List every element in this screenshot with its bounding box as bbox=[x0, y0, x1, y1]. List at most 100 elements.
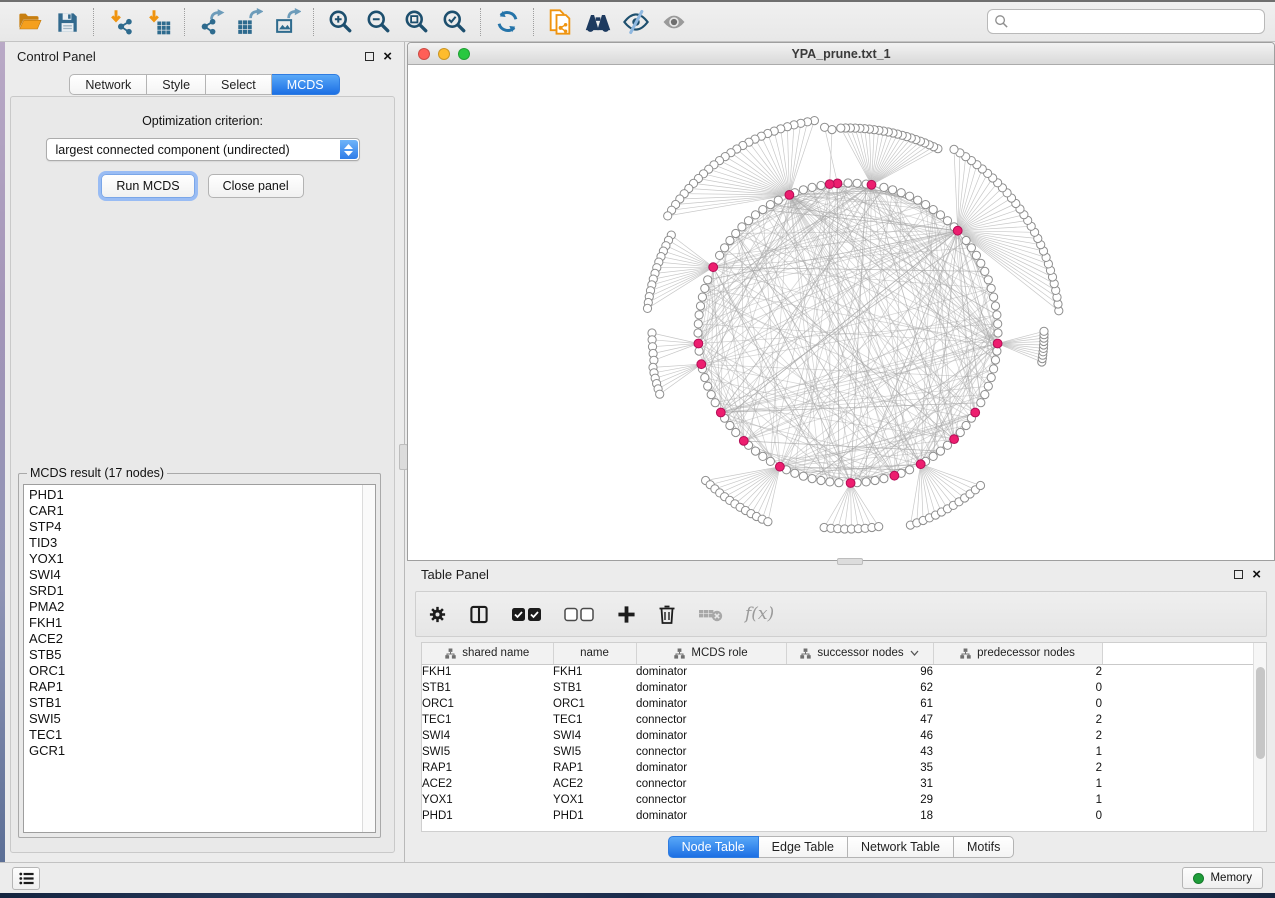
mcds-result-item[interactable]: STB5 bbox=[29, 647, 375, 663]
mcds-result-item[interactable]: GCR1 bbox=[29, 743, 375, 759]
table-cell: 61 bbox=[786, 696, 933, 712]
table-row[interactable]: STB1STB1dominator620 bbox=[422, 680, 1254, 696]
mcds-result-item[interactable]: CAR1 bbox=[29, 503, 375, 519]
zoom-fit-button[interactable] bbox=[397, 5, 435, 39]
network-title: YPA_prune.txt_1 bbox=[791, 47, 890, 61]
tab-mcds[interactable]: MCDS bbox=[272, 74, 340, 95]
hide-selected-button[interactable] bbox=[617, 5, 655, 39]
table-row[interactable]: RAP1RAP1dominator352 bbox=[422, 760, 1254, 776]
optimization-criterion-select[interactable]: largest connected component (undirected) bbox=[46, 138, 360, 161]
mcds-result-item[interactable]: SWI5 bbox=[29, 711, 375, 727]
window-close-icon[interactable] bbox=[418, 48, 430, 60]
table-row[interactable]: PHD1PHD1dominator180 bbox=[422, 808, 1254, 824]
table-row[interactable]: SWI4SWI4dominator462 bbox=[422, 728, 1254, 744]
mcds-result-item[interactable]: STB1 bbox=[29, 695, 375, 711]
sort-chevron-icon bbox=[910, 650, 919, 656]
tab-select[interactable]: Select bbox=[206, 74, 272, 95]
table-settings-button[interactable] bbox=[428, 605, 447, 624]
tab-style[interactable]: Style bbox=[147, 74, 206, 95]
add-column-button[interactable] bbox=[617, 605, 636, 624]
mcds-result-item[interactable]: YOX1 bbox=[29, 551, 375, 567]
refresh-view-button[interactable] bbox=[488, 5, 526, 39]
mcds-result-item[interactable]: STP4 bbox=[29, 519, 375, 535]
horizontal-splitter-handle[interactable] bbox=[837, 558, 863, 565]
float-table-panel-icon[interactable] bbox=[1234, 570, 1243, 579]
open-session-button[interactable] bbox=[10, 5, 48, 39]
show-columns-button[interactable] bbox=[469, 605, 489, 624]
toolbar-separator bbox=[93, 8, 94, 36]
zoom-out-button[interactable] bbox=[359, 5, 397, 39]
table-row[interactable]: ACE2ACE2connector311 bbox=[422, 776, 1254, 792]
mcds-result-item[interactable]: SWI4 bbox=[29, 567, 375, 583]
table-cell: 35 bbox=[786, 760, 933, 776]
search-input[interactable] bbox=[987, 9, 1265, 34]
deselect-all-rows-button[interactable] bbox=[564, 607, 595, 622]
select-all-rows-button[interactable] bbox=[511, 607, 542, 622]
mcds-result-item[interactable]: FKH1 bbox=[29, 615, 375, 631]
float-panel-icon[interactable] bbox=[365, 52, 374, 61]
table-row[interactable]: FKH1FKH1dominator962 bbox=[422, 664, 1254, 680]
column-header-name[interactable]: name bbox=[553, 643, 636, 664]
mcds-result-item[interactable]: ACE2 bbox=[29, 631, 375, 647]
mcds-result-item[interactable]: RAP1 bbox=[29, 679, 375, 695]
open-folder-icon bbox=[16, 8, 43, 35]
table-panel: Table Panel × bbox=[407, 561, 1275, 862]
table-row[interactable]: TEC1TEC1connector472 bbox=[422, 712, 1254, 728]
export-image-button[interactable] bbox=[268, 5, 306, 39]
zoom-selected-button[interactable] bbox=[435, 5, 473, 39]
column-header-predecessor-nodes[interactable]: predecessor nodes bbox=[933, 643, 1102, 664]
close-table-panel-icon[interactable]: × bbox=[1252, 570, 1261, 579]
table-scrollbar-thumb[interactable] bbox=[1256, 667, 1265, 759]
tab-network-table[interactable]: Network Table bbox=[848, 836, 954, 858]
duplicate-network-button[interactable] bbox=[541, 5, 579, 39]
column-header-mcds-role[interactable]: MCDS role bbox=[636, 643, 786, 664]
table-scrollbar[interactable] bbox=[1253, 643, 1266, 831]
first-neighbors-button[interactable] bbox=[579, 5, 617, 39]
table-cell: 43 bbox=[786, 744, 933, 760]
status-bar: Memory bbox=[0, 862, 1275, 893]
zoom-fit-icon bbox=[403, 8, 430, 35]
export-table-button[interactable] bbox=[230, 5, 268, 39]
mcds-result-item[interactable]: SRD1 bbox=[29, 583, 375, 599]
trash-icon bbox=[658, 604, 676, 624]
mcds-result-item[interactable]: TEC1 bbox=[29, 727, 375, 743]
export-network-button[interactable] bbox=[192, 5, 230, 39]
show-task-history-button[interactable] bbox=[12, 867, 40, 890]
zoom-in-button[interactable] bbox=[321, 5, 359, 39]
table-cell bbox=[1102, 792, 1254, 808]
import-table-button[interactable] bbox=[139, 5, 177, 39]
window-zoom-icon[interactable] bbox=[458, 48, 470, 60]
memory-button[interactable]: Memory bbox=[1182, 867, 1263, 889]
close-panel-icon[interactable]: × bbox=[383, 52, 392, 61]
save-session-button[interactable] bbox=[48, 5, 86, 39]
show-all-button[interactable] bbox=[655, 5, 693, 39]
table-row[interactable]: ORC1ORC1dominator610 bbox=[422, 696, 1254, 712]
table-cell: STB1 bbox=[553, 680, 636, 696]
mcds-result-item[interactable]: ORC1 bbox=[29, 663, 375, 679]
search-icon bbox=[994, 14, 1009, 34]
column-header-successor-nodes[interactable]: successor nodes bbox=[786, 643, 933, 664]
table-cell bbox=[1102, 808, 1254, 824]
table-cell: STB1 bbox=[422, 680, 553, 696]
close-panel-button[interactable]: Close panel bbox=[208, 174, 304, 198]
tab-node-table[interactable]: Node Table bbox=[668, 836, 759, 858]
binoculars-icon bbox=[584, 8, 612, 36]
run-mcds-button[interactable]: Run MCDS bbox=[101, 174, 194, 198]
network-canvas[interactable] bbox=[408, 65, 1274, 560]
column-header-shared-name[interactable]: shared name bbox=[422, 643, 553, 664]
window-minimize-icon[interactable] bbox=[438, 48, 450, 60]
gear-icon bbox=[428, 605, 447, 624]
table-cell: 46 bbox=[786, 728, 933, 744]
mcds-result-item[interactable]: PHD1 bbox=[29, 487, 375, 503]
mcds-list-scrollbar[interactable] bbox=[362, 485, 375, 832]
delete-column-button[interactable] bbox=[658, 604, 676, 624]
mcds-result-item[interactable]: TID3 bbox=[29, 535, 375, 551]
table-cell: 31 bbox=[786, 776, 933, 792]
import-network-button[interactable] bbox=[101, 5, 139, 39]
table-row[interactable]: YOX1YOX1connector291 bbox=[422, 792, 1254, 808]
tab-edge-table[interactable]: Edge Table bbox=[759, 836, 848, 858]
table-row[interactable]: SWI5SWI5connector431 bbox=[422, 744, 1254, 760]
tab-motifs[interactable]: Motifs bbox=[954, 836, 1014, 858]
mcds-result-item[interactable]: PMA2 bbox=[29, 599, 375, 615]
tab-network[interactable]: Network bbox=[69, 74, 147, 95]
